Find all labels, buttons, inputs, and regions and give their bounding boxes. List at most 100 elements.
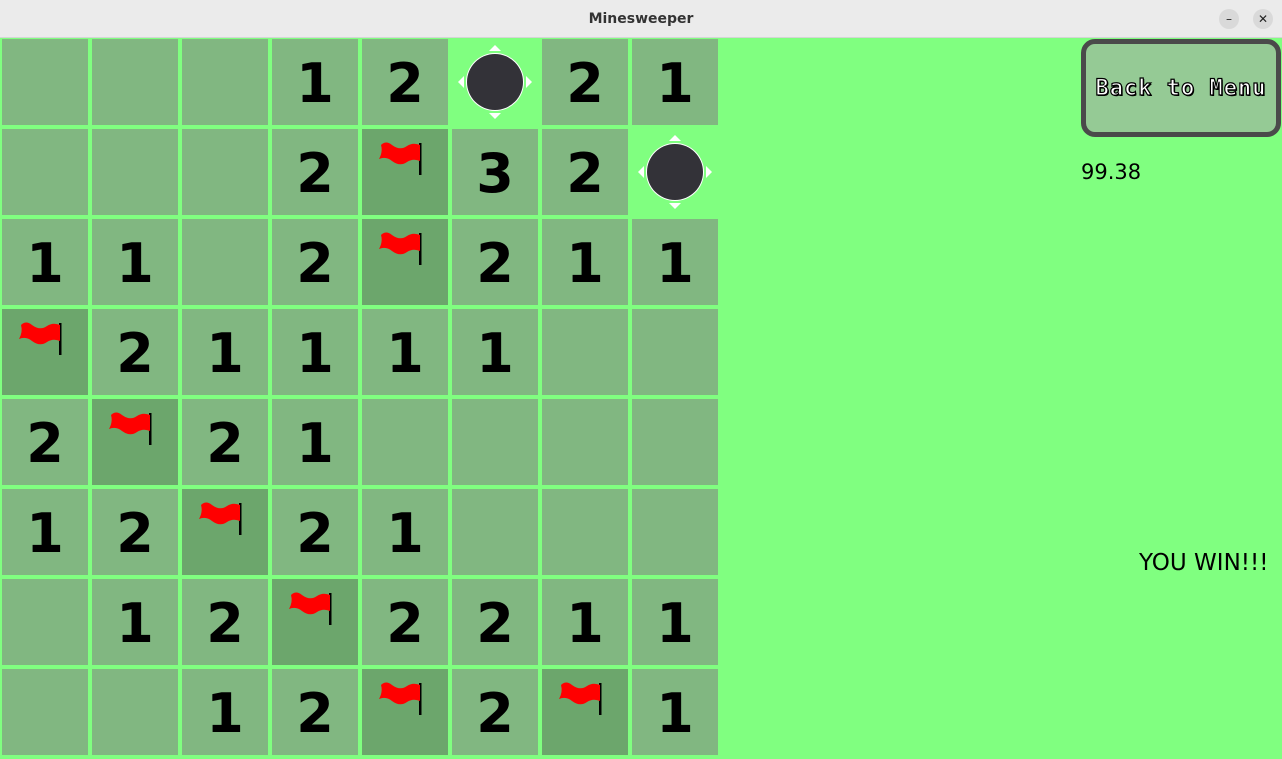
board-cell-r1-c0[interactable]: [2, 129, 88, 215]
close-button[interactable]: ✕: [1253, 9, 1273, 29]
flag-icon: [199, 502, 242, 535]
cell-number: 2: [476, 232, 514, 295]
board-cell-r4-c2[interactable]: 2: [182, 399, 268, 485]
mine-icon: [638, 135, 712, 209]
board-cell-r5-c0[interactable]: 1: [2, 489, 88, 575]
board-cell-r6-c1[interactable]: 1: [92, 579, 178, 665]
board-cell-r5-c1[interactable]: 2: [92, 489, 178, 575]
board-cell-r6-c6[interactable]: 1: [542, 579, 628, 665]
cell-number: 1: [386, 322, 424, 385]
cell-number: 1: [656, 682, 694, 745]
board-cell-r5-c3[interactable]: 2: [272, 489, 358, 575]
mine-icon: [458, 45, 532, 119]
board-cell-r0-c0[interactable]: [2, 39, 88, 125]
cell-number: 3: [476, 142, 514, 205]
timer-display: 99.38: [1081, 160, 1142, 184]
minesweeper-board: 12212321122112111122112211222111221: [2, 39, 722, 759]
board-cell-r2-c0[interactable]: 1: [2, 219, 88, 305]
board-cell-r0-c2[interactable]: [182, 39, 268, 125]
board-cell-r6-c4[interactable]: 2: [362, 579, 448, 665]
cell-number: 1: [296, 52, 334, 115]
board-cell-r2-c3[interactable]: 2: [272, 219, 358, 305]
cell-number: 2: [206, 592, 244, 655]
board-cell-r1-c6[interactable]: 2: [542, 129, 628, 215]
flag-icon: [289, 592, 332, 625]
board-cell-r7-c0[interactable]: [2, 669, 88, 755]
board-cell-r2-c6[interactable]: 1: [542, 219, 628, 305]
board-cell-r2-c5[interactable]: 2: [452, 219, 538, 305]
back-to-menu-button[interactable]: Back to Menu: [1081, 39, 1281, 137]
board-cell-r3-c3[interactable]: 1: [272, 309, 358, 395]
board-cell-r4-c5[interactable]: [452, 399, 538, 485]
board-cell-r0-c1[interactable]: [92, 39, 178, 125]
cell-number: 1: [656, 232, 694, 295]
board-cell-r2-c1[interactable]: 1: [92, 219, 178, 305]
board-cell-r0-c3[interactable]: 1: [272, 39, 358, 125]
flag-icon: [559, 682, 602, 715]
cell-number: 2: [296, 232, 334, 295]
board-cell-r4-c3[interactable]: 1: [272, 399, 358, 485]
board-cell-r4-c4[interactable]: [362, 399, 448, 485]
board-cell-r7-c1[interactable]: [92, 669, 178, 755]
board-cell-r6-c0[interactable]: [2, 579, 88, 665]
board-cell-r3-c2[interactable]: 1: [182, 309, 268, 395]
cell-number: 1: [476, 322, 514, 385]
board-cell-r7-c5[interactable]: 2: [452, 669, 538, 755]
board-cell-r4-c1[interactable]: [92, 399, 178, 485]
board-cell-r1-c1[interactable]: [92, 129, 178, 215]
board-cell-r7-c7[interactable]: 1: [632, 669, 718, 755]
win-message: YOU WIN!!!: [1139, 550, 1269, 576]
board-cell-r1-c5[interactable]: 3: [452, 129, 538, 215]
board-cell-r1-c4[interactable]: [362, 129, 448, 215]
flag-icon: [109, 412, 152, 445]
board-cell-r5-c2[interactable]: [182, 489, 268, 575]
board-cell-r6-c5[interactable]: 2: [452, 579, 538, 665]
board-cell-r0-c7[interactable]: 1: [632, 39, 718, 125]
board-cell-r3-c1[interactable]: 2: [92, 309, 178, 395]
board-cell-r5-c6[interactable]: [542, 489, 628, 575]
cell-number: 2: [116, 502, 154, 565]
flag-icon: [379, 232, 422, 265]
flag-icon: [19, 322, 62, 355]
board-cell-r7-c2[interactable]: 1: [182, 669, 268, 755]
board-cell-r1-c3[interactable]: 2: [272, 129, 358, 215]
flag-icon: [379, 142, 422, 175]
minimize-button[interactable]: –: [1219, 9, 1239, 29]
cell-number: 2: [476, 592, 514, 655]
board-cell-r7-c3[interactable]: 2: [272, 669, 358, 755]
board-cell-r3-c0[interactable]: [2, 309, 88, 395]
cell-number: 1: [296, 322, 334, 385]
board-cell-r3-c4[interactable]: 1: [362, 309, 448, 395]
board-cell-r0-c4[interactable]: 2: [362, 39, 448, 125]
flag-icon: [379, 682, 422, 715]
board-cell-r1-c2[interactable]: [182, 129, 268, 215]
board-cell-r0-c6[interactable]: 2: [542, 39, 628, 125]
cell-number: 1: [206, 322, 244, 385]
board-cell-r2-c2[interactable]: [182, 219, 268, 305]
board-cell-r7-c4[interactable]: [362, 669, 448, 755]
board-cell-r6-c3[interactable]: [272, 579, 358, 665]
board-cell-r6-c7[interactable]: 1: [632, 579, 718, 665]
board-cell-r3-c5[interactable]: 1: [452, 309, 538, 395]
board-cell-r0-c5[interactable]: [452, 39, 538, 125]
board-cell-r5-c7[interactable]: [632, 489, 718, 575]
board-cell-r7-c6[interactable]: [542, 669, 628, 755]
board-cell-r5-c5[interactable]: [452, 489, 538, 575]
board-cell-r4-c6[interactable]: [542, 399, 628, 485]
cell-number: 1: [296, 412, 334, 475]
board-cell-r3-c6[interactable]: [542, 309, 628, 395]
board-cell-r4-c0[interactable]: 2: [2, 399, 88, 485]
board-cell-r4-c7[interactable]: [632, 399, 718, 485]
cell-number: 1: [656, 592, 694, 655]
cell-number: 1: [26, 502, 64, 565]
board-cell-r1-c7[interactable]: [632, 129, 718, 215]
board-cell-r2-c7[interactable]: 1: [632, 219, 718, 305]
cell-number: 2: [566, 142, 604, 205]
board-cell-r6-c2[interactable]: 2: [182, 579, 268, 665]
board-cell-r5-c4[interactable]: 1: [362, 489, 448, 575]
board-cell-r3-c7[interactable]: [632, 309, 718, 395]
cell-number: 1: [386, 502, 424, 565]
cell-number: 1: [656, 52, 694, 115]
board-cell-r2-c4[interactable]: [362, 219, 448, 305]
cell-number: 2: [296, 502, 334, 565]
